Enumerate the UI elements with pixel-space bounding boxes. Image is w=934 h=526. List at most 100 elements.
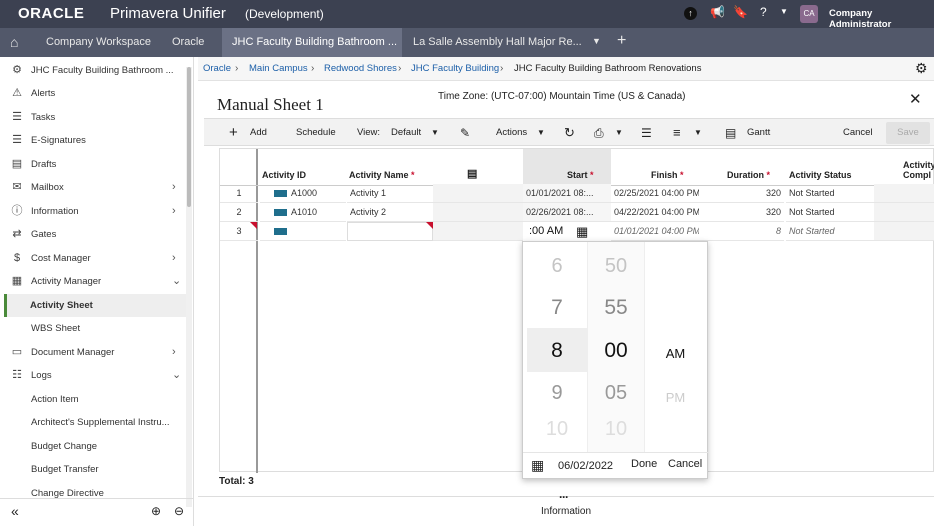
actions-menu[interactable]: Actions — [496, 119, 527, 147]
home-icon[interactable]: ⌂ — [10, 34, 18, 50]
user-name[interactable]: Company Administrator — [829, 8, 934, 30]
picker-date[interactable]: 06/02/2022 — [558, 460, 613, 472]
notes-cell[interactable] — [433, 222, 523, 241]
gantt-button[interactable]: Gantt — [747, 119, 770, 147]
hour-option-selected[interactable]: 8 — [527, 339, 587, 363]
sidebar-item-mailbox[interactable]: ✉ Mailbox › — [0, 176, 186, 199]
information-panel-label[interactable]: Information — [541, 506, 591, 517]
scrollbar-thumb[interactable] — [187, 67, 191, 207]
sidebar-item-activity-sheet[interactable]: Activity Sheet — [4, 294, 190, 317]
schedule-button[interactable]: Schedule — [296, 119, 336, 147]
plus-icon[interactable]: + — [229, 119, 238, 147]
duration-cell[interactable]: 320 — [699, 203, 784, 222]
cancel-button[interactable]: Cancel — [843, 119, 873, 147]
activity-name-cell[interactable]: Activity 2 — [347, 203, 433, 222]
activity-name-cell[interactable] — [347, 222, 433, 241]
tab-jhc-faculty-building[interactable]: JHC Faculty Building Bathroom ... — [222, 28, 402, 57]
sidebar-item-information[interactable]: ⓘ Information › — [0, 200, 186, 223]
pm-option[interactable]: PM — [653, 390, 698, 405]
sidebar-item-action-item[interactable]: Action Item — [0, 388, 186, 411]
collapse-sidebar-icon[interactable]: « — [11, 503, 19, 519]
minute-option[interactable]: 55 — [586, 296, 646, 320]
picker-done-button[interactable]: Done — [631, 458, 657, 470]
sidebar-item-wbs-sheet[interactable]: WBS Sheet — [0, 317, 186, 340]
tab-company-workspace[interactable]: Company Workspace — [36, 28, 161, 57]
expand-all-icon[interactable]: ⊕ — [151, 504, 161, 518]
activity-id-cell[interactable]: A1010 — [260, 203, 346, 222]
breadcrumb-oracle[interactable]: Oracle — [203, 57, 231, 81]
start-time-input[interactable]: :00 AM ▦ — [523, 222, 611, 243]
tab-la-salle-assembly[interactable]: La Salle Assembly Hall Major Re... — [403, 28, 592, 57]
megaphone-icon[interactable]: 📢 — [710, 5, 725, 19]
activity-name-cell[interactable]: Activity 1 — [347, 184, 433, 203]
minute-option[interactable]: 50 — [586, 255, 646, 278]
status-cell[interactable]: Not Started — [786, 203, 874, 222]
breadcrumb-redwood-shores[interactable]: Redwood Shores — [324, 57, 397, 81]
edit-pencil-icon[interactable]: ✎ — [460, 119, 470, 147]
status-cell[interactable]: Not Started — [786, 222, 874, 241]
sidebar-item-budget-transfer[interactable]: Budget Transfer — [0, 458, 186, 481]
help-icon[interactable]: ? — [760, 5, 767, 19]
notes-cell[interactable] — [433, 184, 523, 203]
sidebar-item-activity-manager[interactable]: ▦ Activity Manager ⌄ — [0, 270, 186, 293]
gear-icon[interactable]: ⚙ — [915, 56, 928, 80]
print-icon[interactable]: ⎙ — [594, 119, 604, 147]
up-arrow-icon[interactable]: ↑ — [684, 7, 697, 20]
save-button[interactable]: Save — [886, 122, 930, 144]
gantt-icon[interactable]: ▤ — [725, 119, 736, 147]
hour-option[interactable]: 10 — [527, 418, 587, 441]
am-option[interactable]: AM — [653, 346, 698, 361]
finish-cell[interactable]: 02/25/2021 04:00 PM — [611, 184, 699, 203]
finish-cell[interactable]: 04/22/2021 04:00 PM — [611, 203, 699, 222]
picker-cancel-button[interactable]: Cancel — [668, 458, 702, 470]
sidebar-item-cost-manager[interactable]: $ Cost Manager › — [0, 247, 186, 270]
view-select[interactable]: Default — [391, 119, 421, 147]
actions-chevron-icon[interactable]: ▼ — [537, 119, 545, 147]
sidebar-project[interactable]: ⚙ JHC Faculty Building Bathroom ... — [0, 59, 186, 82]
sidebar-item-alerts[interactable]: ⚠ Alerts — [0, 82, 186, 105]
add-button[interactable]: Add — [250, 119, 267, 147]
find-icon[interactable]: ☰ — [641, 119, 652, 147]
tab-oracle[interactable]: Oracle — [162, 28, 214, 57]
menu-icon[interactable]: ≡ — [673, 119, 681, 147]
close-icon[interactable]: ✕ — [909, 90, 922, 108]
sidebar-item-gates[interactable]: ⇄ Gates — [0, 223, 186, 246]
menu-chevron-icon[interactable]: ▼ — [694, 119, 702, 147]
finish-cell[interactable]: 01/01/2021 04:00 PM — [611, 222, 699, 241]
drag-handle-icon[interactable]: ··· — [559, 490, 569, 504]
activity-id-cell[interactable]: A1000 — [260, 184, 346, 203]
bookmark-icon[interactable]: 🔖 — [733, 5, 748, 19]
chevron-down-icon[interactable]: ▼ — [780, 7, 788, 16]
sidebar-item-logs[interactable]: ☷ Logs ⌄ — [0, 364, 186, 387]
hour-option[interactable]: 9 — [527, 382, 587, 405]
activity-id-cell[interactable] — [260, 222, 346, 241]
sidebar-item-budget-change[interactable]: Budget Change — [0, 435, 186, 458]
breadcrumb-jhc-faculty-building[interactable]: JHC Faculty Building — [411, 57, 499, 81]
avatar[interactable]: CA — [800, 5, 818, 23]
sidebar-item-document-manager[interactable]: ▭ Document Manager › — [0, 341, 186, 364]
start-cell[interactable]: 01/01/2021 08:... — [523, 184, 611, 203]
status-cell[interactable]: Not Started — [786, 184, 874, 203]
sidebar-item-tasks[interactable]: ☰ Tasks — [0, 106, 186, 129]
sidebar-scrollbar[interactable] — [186, 67, 192, 507]
collapse-all-icon[interactable]: ⊖ — [174, 504, 184, 518]
sidebar-item-drafts[interactable]: ▤ Drafts — [0, 153, 186, 176]
sidebar-item-e-signatures[interactable]: ☰ E-Signatures — [0, 129, 186, 152]
duration-cell[interactable]: 8 — [699, 222, 784, 241]
calendar-icon[interactable]: ▦ — [531, 457, 544, 474]
tab-overflow-chevron-icon[interactable]: ▼ — [592, 36, 601, 46]
completion-cell[interactable] — [874, 184, 934, 203]
duration-cell[interactable]: 320 — [699, 184, 784, 203]
print-chevron-icon[interactable]: ▼ — [615, 119, 623, 147]
sidebar-item-architects-supplemental[interactable]: Architect's Supplemental Instru... — [0, 411, 186, 434]
completion-cell[interactable] — [874, 203, 934, 222]
hour-option[interactable]: 6 — [527, 255, 587, 278]
start-cell[interactable]: 02/26/2021 08:... — [523, 203, 611, 222]
refresh-icon[interactable]: ↻ — [564, 119, 575, 147]
minute-option[interactable]: 05 — [586, 382, 646, 405]
minute-option-selected[interactable]: 00 — [586, 339, 646, 363]
completion-cell[interactable] — [874, 222, 934, 241]
hour-option[interactable]: 7 — [527, 296, 587, 320]
new-tab-plus-icon[interactable]: + — [617, 32, 626, 50]
view-chevron-icon[interactable]: ▼ — [431, 119, 439, 147]
